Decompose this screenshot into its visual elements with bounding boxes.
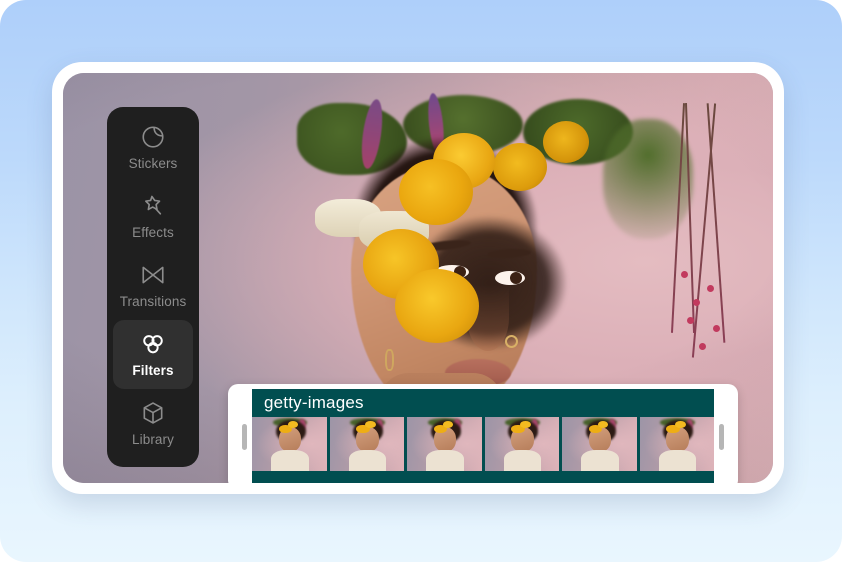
clip-title: getty-images (264, 393, 364, 412)
sticker-circle-icon (140, 124, 166, 150)
cube-box-icon (140, 400, 166, 426)
venn-circles-icon (140, 331, 166, 357)
filmstrip-thumbnail[interactable] (562, 417, 637, 471)
filmstrip-thumbnail[interactable] (407, 417, 482, 471)
tools-sidebar: Stickers Effects Transitions Filters Lib… (107, 107, 199, 467)
timeline-clip[interactable]: getty-images (252, 389, 714, 483)
sidebar-item-transitions[interactable]: Transitions (113, 251, 193, 320)
sidebar-item-label: Effects (132, 225, 174, 241)
trim-handle-left[interactable] (242, 424, 247, 450)
sidebar-item-label: Transitions (119, 294, 187, 310)
filmstrip-thumbnail[interactable] (639, 417, 714, 471)
sidebar-item-label: Stickers (128, 156, 178, 172)
timeline-clip-selected[interactable]: getty-images (228, 384, 738, 483)
app-background: Stickers Effects Transitions Filters Lib… (0, 0, 842, 562)
sidebar-item-library[interactable]: Library (113, 389, 193, 458)
clip-filmstrip[interactable] (252, 417, 714, 471)
device-frame: Stickers Effects Transitions Filters Lib… (52, 62, 784, 494)
sidebar-item-stickers[interactable]: Stickers (113, 113, 193, 182)
filmstrip-thumbnail[interactable] (252, 417, 327, 471)
bowtie-transition-icon (140, 262, 166, 288)
trim-handle-right[interactable] (719, 424, 724, 450)
sidebar-item-filters[interactable]: Filters (113, 320, 193, 389)
preview-canvas[interactable]: Stickers Effects Transitions Filters Lib… (63, 73, 773, 483)
magic-wand-star-icon (140, 193, 166, 219)
filmstrip-thumbnail[interactable] (484, 417, 559, 471)
filmstrip-thumbnail[interactable] (329, 417, 404, 471)
sidebar-item-effects[interactable]: Effects (113, 182, 193, 251)
sidebar-item-label: Filters (132, 363, 174, 379)
sidebar-item-label: Library (132, 432, 174, 448)
clip-footer-bar (252, 471, 714, 483)
